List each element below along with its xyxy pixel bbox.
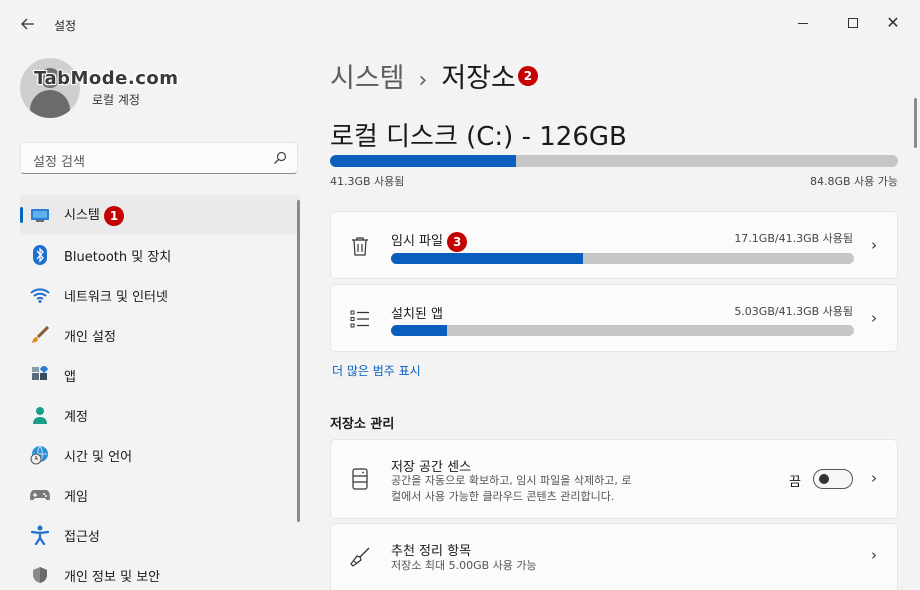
cleanup-desc: 저장소 최대 5.00GB 사용 가능 [391,559,537,572]
sidebar-item-gaming[interactable]: 게임 [20,475,300,515]
gamepad-icon [30,485,50,505]
chevron-right-icon: › [871,309,877,327]
minimize-button[interactable] [780,8,826,38]
chevron-right-icon: › [871,469,877,487]
back-button[interactable] [14,12,42,36]
app-title: 설정 [54,19,77,33]
storage-sense-row[interactable]: 저장 공간 센스 공간을 자동으로 확보하고, 임시 파일을 삭제하고, 로 컬에… [330,439,898,519]
sidebar-item-label: Bluetooth 및 장치 [64,249,172,265]
watermark-logo: TabMode.com [34,68,179,89]
sidebar-item-label: 계정 [64,409,88,425]
category-usage-fill [391,253,583,264]
step-badge: 3 [447,231,468,252]
sidebar-item-time-language[interactable]: 시간 및 언어 [20,435,300,475]
toggle-state-label: 끔 [789,475,801,490]
chevron-right-icon: › [871,546,877,564]
storage-sense-desc-1: 공간을 자동으로 확보하고, 임시 파일을 삭제하고, 로 [391,474,632,487]
cleanup-recommendations-row[interactable]: 추천 정리 항목 저장소 최대 5.00GB 사용 가능 › [330,523,898,590]
disk-usage-fill [330,155,517,167]
monitor-icon [30,205,50,225]
category-usage-bar [391,253,854,264]
search-icon [274,151,287,164]
sidebar-item-network[interactable]: 네트워크 및 인터넷 [20,275,300,315]
sidebar-item-label: 개인 설정 [64,329,116,345]
storage-sense-toggle[interactable] [813,469,853,489]
category-installed-apps[interactable]: 설치된 앱 5.03GB/41.3GB 사용됨 › [330,284,898,352]
disk-title: 로컬 디스크 (C:) - 126GB [330,122,627,152]
disk-used-label: 41.3GB 사용됨 [330,175,405,188]
arrow-left-icon [21,18,34,30]
section-title: 저장소 관리 [330,417,395,432]
search-placeholder: 설정 검색 [33,155,85,170]
bluetooth-icon [30,245,50,265]
sidebar-item-label: 네트워크 및 인터넷 [64,289,168,305]
disk-free-label: 84.8GB 사용 가능 [809,175,898,188]
sidebar-item-accounts[interactable]: 계정 [20,395,300,435]
sidebar-item-label: 앱 [64,369,76,385]
sidebar-item-apps[interactable]: 앱 [20,355,300,395]
cleanup-title: 추천 정리 항목 [391,544,472,559]
category-usage: 17.1GB/41.3GB 사용됨 [734,232,853,245]
sidebar-item-label: 개인 정보 및 보안 [64,569,161,585]
person-icon [30,405,50,425]
minimize-icon [798,22,808,24]
trash-icon [349,235,371,257]
sidebar-item-personalization[interactable]: 개인 설정 [20,315,300,355]
category-title: 설치된 앱 [391,307,443,322]
chevron-right-icon: › [871,236,877,254]
sidebar-item-label: 게임 [64,489,88,505]
search-input[interactable]: 설정 검색 [20,142,298,174]
wifi-icon [30,285,50,305]
sidebar-item-privacy[interactable]: 개인 정보 및 보안 [20,555,300,590]
storage-drive-icon [349,468,371,490]
paintbrush-icon [30,325,50,345]
storage-sense-desc-2: 컬에서 사용 가능한 클라우드 콘텐츠 관리합니다. [391,490,615,503]
user-profile[interactable]: TabMode.com 로컬 계정 [20,58,280,118]
step-badge: 2 [517,65,538,86]
sidebar-item-label: 시간 및 언어 [64,449,133,465]
broom-icon [349,546,371,568]
list-icon [349,308,371,330]
globe-clock-icon [30,445,50,465]
sidebar-item-system[interactable]: 시스템 1 [20,195,300,235]
show-more-categories-link[interactable]: 더 많은 범주 표시 [332,362,421,379]
maximize-icon [848,18,858,28]
sidebar-item-label: 접근성 [64,529,100,545]
category-usage: 5.03GB/41.3GB 사용됨 [734,305,853,318]
sidebar-nav: 시스템 1 Bluetooth 및 장치 네트워크 및 인터넷 개인 설정 앱 … [20,195,300,590]
main-scrollbar[interactable] [914,98,917,148]
category-temp-files[interactable]: 임시 파일 3 17.1GB/41.3GB 사용됨 › [330,211,898,279]
sidebar-item-bluetooth[interactable]: Bluetooth 및 장치 [20,235,300,275]
step-badge: 1 [104,205,125,226]
breadcrumb-separator: › [418,68,428,93]
sidebar-item-label: 시스템 [64,208,100,224]
category-title: 임시 파일 [391,234,443,249]
disk-usage-bar [330,155,898,167]
title-bar: 설정 ✕ [0,0,920,48]
apps-icon [30,365,50,385]
sidebar-item-accessibility[interactable]: 접근성 [20,515,300,555]
category-usage-bar [391,325,854,336]
category-usage-fill [391,325,448,336]
shield-icon [30,565,50,585]
accessibility-icon [30,525,50,545]
breadcrumb-parent[interactable]: 시스템 [330,63,405,94]
page-title: 저장소 [441,63,516,94]
breadcrumb: 시스템 › 저장소 2 [330,56,538,95]
close-button[interactable]: ✕ [870,8,916,38]
sidebar-scrollbar[interactable] [297,200,300,522]
account-type: 로컬 계정 [92,93,140,107]
close-icon: ✕ [886,13,900,32]
